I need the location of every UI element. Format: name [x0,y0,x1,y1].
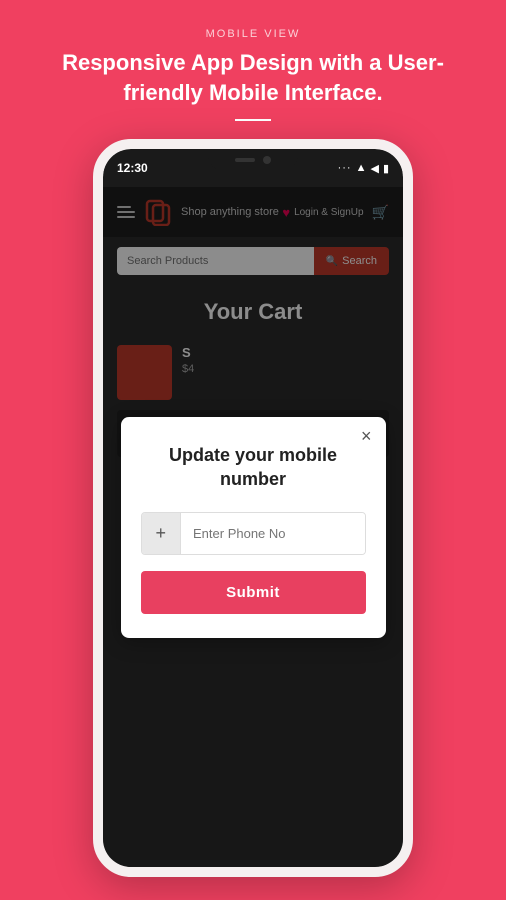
headline: Responsive App Design with a User-friend… [0,48,506,107]
modal-box: × Update your mobile number + Submit [121,417,386,638]
status-icons: ··· ▲ ◀ ▮ [338,162,389,175]
submit-button[interactable]: Submit [141,571,366,614]
phone-number-input[interactable] [181,513,365,554]
phone-prefix: + [142,513,182,554]
app-content: Shop anything store ♥ Login & SignUp 🛒 🔍… [103,187,403,867]
modal-overlay: × Update your mobile number + Submit [103,187,403,867]
battery-icon: ▮ [383,162,389,175]
signal-icon: ◀ [370,162,378,175]
status-time: 12:30 [117,161,148,175]
wifi-icon: ▲ [356,162,367,174]
view-label: MOBILE VIEW [206,28,301,40]
modal-close-button[interactable]: × [361,427,372,445]
divider [235,119,271,121]
phone-frame: 12:30 ··· ▲ ◀ ▮ [93,139,413,877]
phone-input-row: + [141,512,366,555]
notch-bar [235,158,255,162]
notch-camera-dot [263,156,271,164]
notch [208,149,298,171]
modal-title: Update your mobile number [141,443,366,492]
ellipsis-icon: ··· [338,162,352,174]
phone-status-bar: 12:30 ··· ▲ ◀ ▮ [103,149,403,187]
